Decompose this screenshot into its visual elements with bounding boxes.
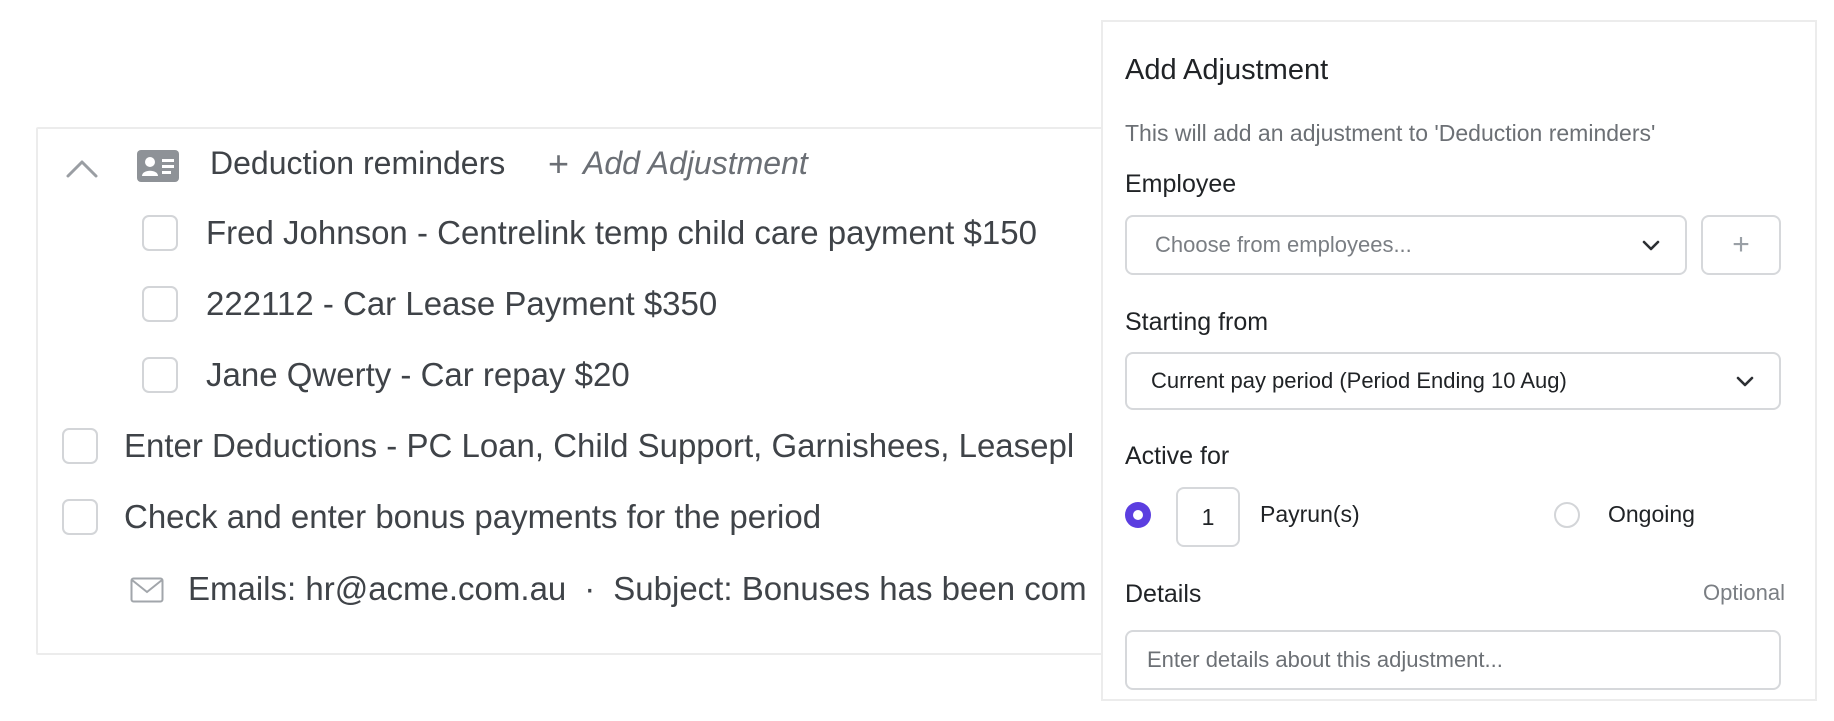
- details-input[interactable]: Enter details about this adjustment...: [1125, 630, 1781, 690]
- mail-icon: [130, 577, 164, 603]
- details-optional-label: Optional: [1703, 580, 1785, 605]
- add-adjustment-label: Add Adjustment: [583, 145, 808, 181]
- email-details: Emails: hr@acme.com.au · Subject: Bonuses …: [188, 570, 1087, 608]
- add-adjustment-link[interactable]: + Add Adjustment: [548, 145, 808, 182]
- email-line: Emails: hr@acme.com.au · Subject: Bonuses …: [38, 560, 1188, 620]
- checklist-subitem: 222112 - Car Lease Payment $350: [38, 275, 1188, 335]
- subitem-label: Jane Qwerty - Car repay $20: [206, 356, 630, 393]
- panel-title: Add Adjustment: [1125, 54, 1329, 86]
- item-label: Enter Deductions - PC Loan, Child Suppor…: [124, 427, 1075, 464]
- ongoing-radio[interactable]: [1554, 502, 1580, 528]
- item-label: Check and enter bonus payments for the p…: [124, 498, 822, 535]
- add-adjustment-panel: Add Adjustment This will add an adjustme…: [1101, 20, 1817, 701]
- starting-from-select[interactable]: Current pay period (Period Ending 10 Aug…: [1125, 352, 1781, 410]
- checklist-item: Enter Deductions - PC Loan, Child Suppor…: [38, 417, 1188, 477]
- checklist-card: Deduction reminders + Add Adjustment Fre…: [36, 127, 1190, 655]
- payrun-label: Payrun(s): [1260, 501, 1360, 527]
- item-checkbox[interactable]: [62, 499, 98, 535]
- chevron-down-icon: [1736, 376, 1754, 387]
- subitem-label: 222112 - Car Lease Payment $350: [206, 285, 718, 322]
- checklist-item: Check and enter bonus payments for the p…: [38, 488, 1188, 548]
- chevron-down-icon: [1642, 240, 1660, 251]
- group-title: Deduction reminders: [210, 145, 506, 181]
- email-recipients: Emails: hr@acme.com.au: [188, 570, 567, 607]
- active-for-label: Active for: [1125, 442, 1230, 470]
- group-header: Deduction reminders + Add Adjustment: [38, 139, 1188, 199]
- employee-select[interactable]: Choose from employees...: [1125, 215, 1687, 275]
- ongoing-label: Ongoing: [1608, 501, 1695, 527]
- payrun-radio[interactable]: [1125, 502, 1151, 528]
- panel-subtitle: This will add an adjustment to 'Deductio…: [1125, 120, 1656, 146]
- email-subject: Subject: Bonuses has been com: [613, 570, 1087, 607]
- starting-from-value: Current pay period (Period Ending 10 Aug…: [1151, 368, 1567, 393]
- plus-icon: +: [548, 142, 570, 184]
- subitem-checkbox[interactable]: [142, 357, 178, 393]
- item-checkbox[interactable]: [62, 428, 98, 464]
- employee-placeholder: Choose from employees...: [1155, 232, 1412, 257]
- checklist-subitem: Jane Qwerty - Car repay $20: [38, 346, 1188, 406]
- subitem-label: Fred Johnson - Centrelink temp child car…: [206, 214, 1037, 251]
- checklist-subitem: Fred Johnson - Centrelink temp child car…: [38, 204, 1188, 264]
- chevron-up-icon[interactable]: [62, 152, 102, 182]
- subitem-checkbox[interactable]: [142, 215, 178, 251]
- starting-from-label: Starting from: [1125, 308, 1269, 336]
- contact-card-icon: [137, 150, 179, 182]
- subitem-checkbox[interactable]: [142, 286, 178, 322]
- separator-dot: ·: [584, 570, 596, 607]
- details-label: Details: [1125, 580, 1202, 608]
- employee-label: Employee: [1125, 170, 1237, 198]
- add-employee-button[interactable]: +: [1701, 215, 1781, 275]
- payrun-count-input[interactable]: 1: [1176, 487, 1240, 547]
